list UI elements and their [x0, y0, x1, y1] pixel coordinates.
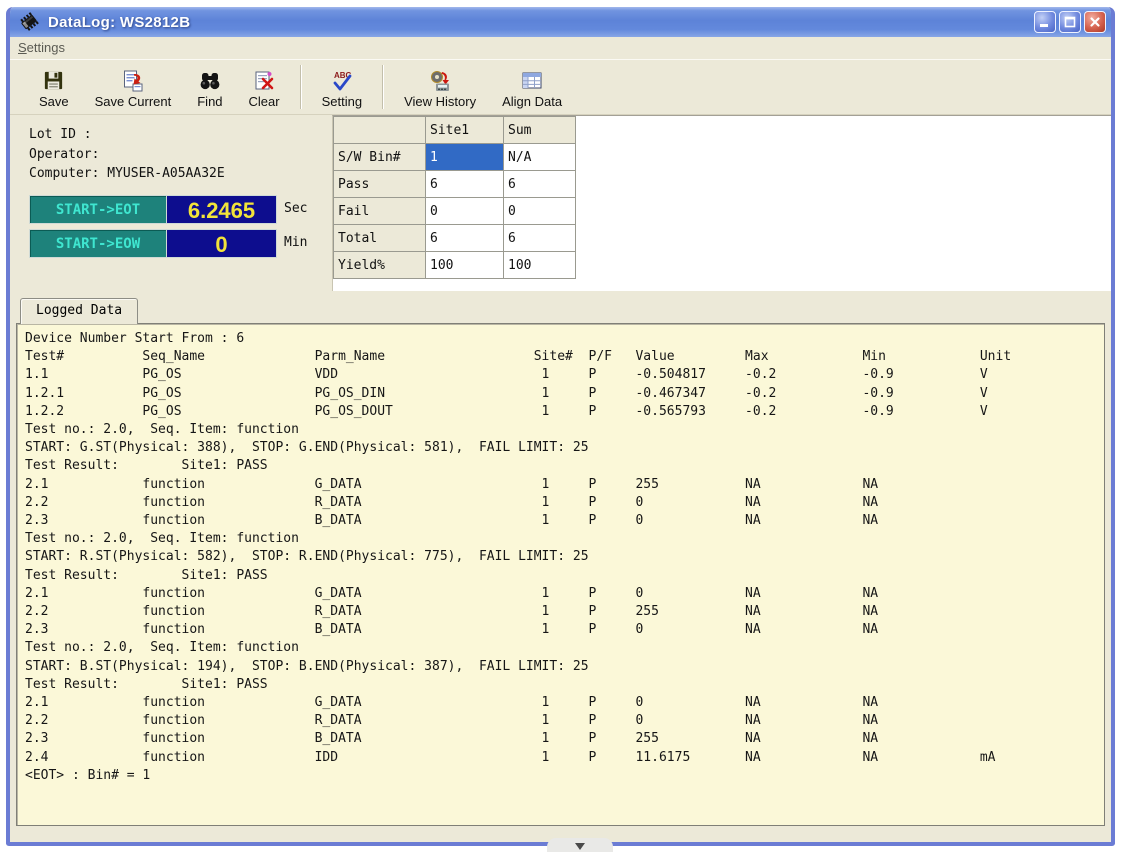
timer-eot-row: START->EOT 6.2465 Sec [29, 195, 332, 224]
abc-check-icon: ABC [330, 68, 354, 94]
toolbar-button-label: Align Data [502, 94, 562, 109]
lot-id-label: Lot ID : [29, 125, 332, 145]
maximize-button[interactable] [1059, 11, 1081, 33]
toolbar-button-label: Save Current [95, 94, 172, 109]
table-row: Total 6 6 [334, 225, 576, 252]
toolbar-separator [382, 65, 384, 109]
table-row: Yield% 100 100 [334, 252, 576, 279]
toolbar-button-label: View History [404, 94, 476, 109]
toolbar-separator [300, 65, 302, 109]
minimize-icon [1039, 16, 1051, 28]
disk-history-icon [428, 68, 452, 94]
summary-header-site1: Site1 [426, 117, 504, 144]
chevron-down-icon [575, 843, 585, 850]
table-row: S/W Bin# 1 N/A [334, 144, 576, 171]
clear-button[interactable]: Clear [236, 65, 293, 110]
toolbar-button-label: Save [39, 94, 69, 109]
lot-info: Lot ID : Operator: Computer: MYUSER-A05A… [10, 115, 332, 291]
timer-eow-unit: Min [284, 233, 307, 253]
timer-eow-label: START->EOW [29, 229, 167, 258]
summary-grid-area: Site1 Sum S/W Bin# 1 N/A Pass 6 6 Fail 0… [332, 115, 1111, 291]
titlebar: DataLog: WS2812B [10, 7, 1111, 37]
toolbar-button-label: Find [197, 94, 222, 109]
fail-site1-cell[interactable]: 0 [426, 198, 504, 225]
row-label: Fail [334, 198, 426, 225]
timer-eot-unit: Sec [284, 199, 307, 219]
row-label: Yield% [334, 252, 426, 279]
binoculars-icon [198, 68, 222, 94]
app-window: DataLog: WS2812B Settings [6, 7, 1115, 846]
computer-label: Computer: [29, 166, 99, 181]
close-icon [1089, 16, 1101, 28]
pass-sum-cell[interactable]: 6 [504, 171, 576, 198]
timers: START->EOT 6.2465 Sec START->EOW 0 Min [29, 195, 332, 258]
save-button[interactable]: Save [26, 65, 82, 110]
toolbar-button-label: Setting [322, 94, 362, 109]
table-row: Pass 6 6 [334, 171, 576, 198]
maximize-icon [1064, 16, 1076, 28]
timer-eow-value: 0 [167, 229, 277, 258]
setting-button[interactable]: ABC Setting [309, 65, 375, 110]
close-button[interactable] [1084, 11, 1106, 33]
save-current-button[interactable]: Save Current [82, 65, 185, 110]
info-panel: Lot ID : Operator: Computer: MYUSER-A05A… [10, 115, 1111, 291]
yield-sum-cell[interactable]: 100 [504, 252, 576, 279]
swbin-sum-cell[interactable]: N/A [504, 144, 576, 171]
floppy-icon [42, 68, 65, 94]
computer-line: Computer: MYUSER-A05AA32E [29, 164, 332, 184]
operator-label: Operator: [29, 145, 332, 165]
timer-eot-label: START->EOT [29, 195, 167, 224]
minimize-button[interactable] [1034, 11, 1056, 33]
row-label: S/W Bin# [334, 144, 426, 171]
page-red-x-icon [252, 68, 276, 94]
view-history-button[interactable]: View History [391, 65, 489, 110]
tab-bar: Logged Data [10, 291, 1111, 323]
total-sum-cell[interactable]: 6 [504, 225, 576, 252]
pass-site1-cell[interactable]: 6 [426, 171, 504, 198]
timer-eow-row: START->EOW 0 Min [29, 229, 332, 258]
toolbar-button-label: Clear [249, 94, 280, 109]
timer-eot-value: 6.2465 [167, 195, 277, 224]
find-button[interactable]: Find [184, 65, 235, 110]
logged-data-text: Device Number Start From : 6 Test# Seq_N… [17, 324, 1104, 785]
align-data-button[interactable]: Align Data [489, 65, 575, 110]
row-label: Pass [334, 171, 426, 198]
document-arrow-icon [121, 68, 145, 94]
app-chip-icon [17, 11, 41, 33]
yield-site1-cell[interactable]: 100 [426, 252, 504, 279]
fail-sum-cell[interactable]: 0 [504, 198, 576, 225]
table-row: Fail 0 0 [334, 198, 576, 225]
table-grid-icon [520, 68, 544, 94]
menubar: Settings [10, 37, 1111, 59]
total-site1-cell[interactable]: 6 [426, 225, 504, 252]
swbin-site1-cell[interactable]: 1 [426, 144, 504, 171]
tab-logged-data[interactable]: Logged Data [20, 298, 138, 324]
summary-header-blank [334, 117, 426, 144]
table-row: Site1 Sum [334, 117, 576, 144]
menu-settings[interactable]: Settings [18, 40, 65, 55]
row-label: Total [334, 225, 426, 252]
panel-collapse-toggle[interactable] [547, 838, 613, 852]
summary-header-sum: Sum [504, 117, 576, 144]
toolbar: Save Save Current [10, 59, 1111, 115]
summary-table: Site1 Sum S/W Bin# 1 N/A Pass 6 6 Fail 0… [333, 116, 576, 279]
computer-value: MYUSER-A05AA32E [107, 166, 224, 181]
window-title: DataLog: WS2812B [48, 14, 1031, 31]
logged-data-area[interactable]: Device Number Start From : 6 Test# Seq_N… [16, 323, 1105, 826]
